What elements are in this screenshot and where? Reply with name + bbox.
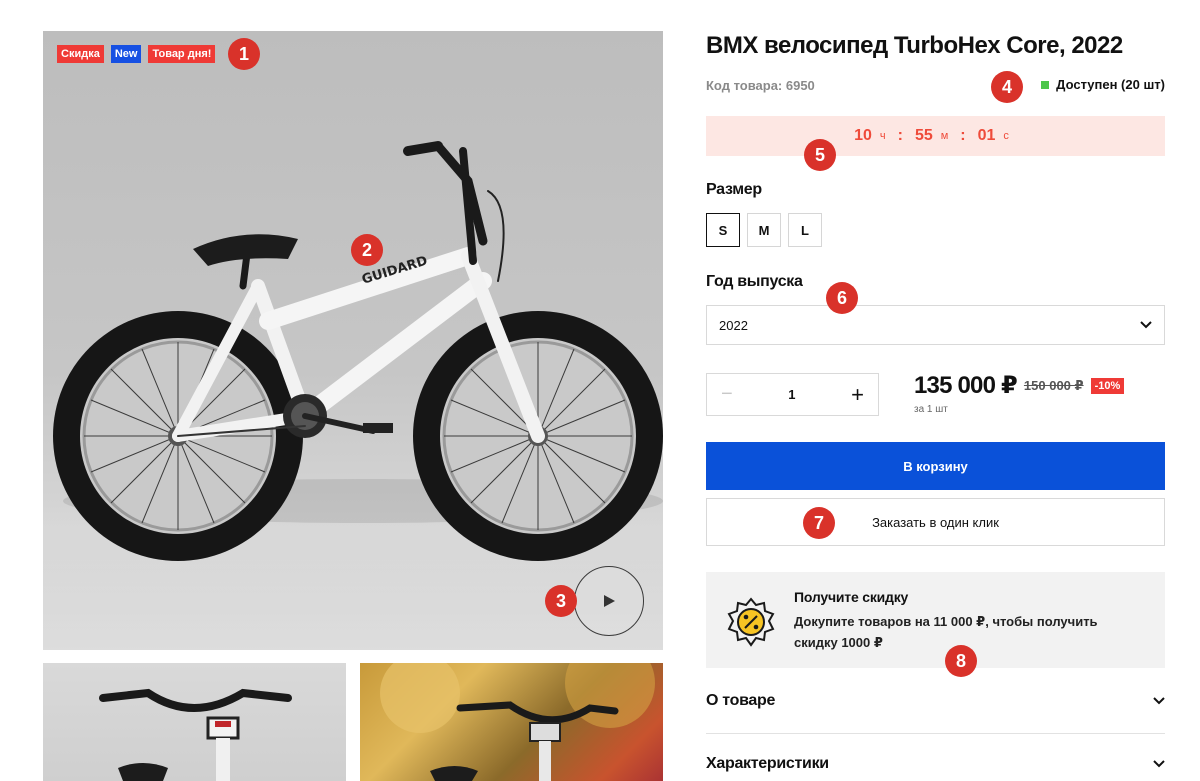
countdown-timer: 10 ч : 55 м : 01 с bbox=[706, 116, 1165, 156]
stock-label: Доступен (20 шт) bbox=[1056, 77, 1165, 92]
timer-seconds: 01 bbox=[977, 127, 996, 144]
sale-badge: Скидка bbox=[57, 45, 104, 63]
timer-separator: : bbox=[897, 127, 903, 144]
discount-percent-icon bbox=[727, 597, 775, 647]
annotation-marker-7: 7 bbox=[803, 507, 835, 539]
current-price: 135 000 ₽ bbox=[914, 372, 1018, 399]
price-per-unit: за 1 шт bbox=[914, 404, 948, 415]
quantity-stepper: − 1 + bbox=[706, 373, 879, 416]
stock-status: Доступен (20 шт) bbox=[1041, 77, 1165, 92]
chevron-down-icon bbox=[1153, 697, 1165, 705]
size-option-l[interactable]: L bbox=[788, 213, 822, 247]
bike-outdoor-thumb-image bbox=[380, 663, 655, 781]
quantity-increase-button[interactable]: + bbox=[851, 382, 864, 408]
annotation-marker-1: 1 bbox=[228, 38, 260, 70]
bike-handlebar-thumb-image bbox=[99, 688, 292, 781]
accordion-label: О товаре bbox=[706, 692, 776, 709]
timer-hours: 10 bbox=[854, 127, 872, 144]
thumbnail-1[interactable] bbox=[43, 663, 346, 781]
timer-hours-unit: ч bbox=[879, 130, 886, 142]
size-option-s[interactable]: S bbox=[706, 213, 740, 247]
old-price: 150 000 ₽ bbox=[1023, 377, 1084, 393]
product-title: BMX велосипед TurboHex Core, 2022 bbox=[706, 32, 1123, 59]
annotation-marker-4: 4 bbox=[991, 71, 1023, 103]
timer-minutes-unit: м bbox=[940, 130, 949, 142]
chevron-down-icon bbox=[1153, 760, 1165, 768]
bmx-bike-illustration: GUIDARD bbox=[53, 141, 663, 561]
accordion-divider bbox=[706, 733, 1165, 734]
annotation-marker-2: 2 bbox=[351, 234, 383, 266]
accordion-label: Характеристики bbox=[706, 755, 829, 772]
play-video-button[interactable] bbox=[574, 566, 644, 636]
annotation-marker-5: 5 bbox=[804, 139, 836, 171]
add-to-cart-button[interactable]: В корзину bbox=[706, 442, 1165, 490]
one-click-order-button[interactable]: Заказать в один клик bbox=[706, 498, 1165, 546]
year-select[interactable]: 2022 bbox=[706, 305, 1165, 345]
quantity-decrease-button[interactable]: − bbox=[721, 383, 733, 406]
discount-promo: Получите скидку Докупите товаров на 11 0… bbox=[706, 572, 1165, 668]
annotation-marker-3: 3 bbox=[545, 585, 577, 617]
thumbnail-2[interactable] bbox=[360, 663, 663, 781]
quantity-value[interactable]: 1 bbox=[788, 387, 795, 402]
in-stock-indicator-icon bbox=[1041, 80, 1050, 89]
product-badges: Скидка New Товар дня! bbox=[57, 45, 216, 63]
timer-separator: : bbox=[960, 127, 966, 144]
timer-seconds-unit: с bbox=[1003, 130, 1009, 142]
promo-title: Получите скидку bbox=[794, 589, 909, 605]
year-select-value: 2022 bbox=[719, 317, 748, 333]
year-label: Год выпуска bbox=[706, 273, 803, 290]
product-main-image[interactable]: GUIDARD Скидка New Товар дня! bbox=[43, 31, 663, 650]
chevron-down-icon bbox=[1140, 321, 1152, 329]
price-block: 135 000 ₽ 150 000 ₽ -10% bbox=[914, 371, 1125, 400]
timer-minutes: 55 bbox=[914, 127, 933, 144]
play-icon bbox=[604, 595, 615, 607]
accordion-specifications[interactable]: Характеристики bbox=[706, 744, 1165, 781]
product-sku: Код товара: 6950 bbox=[706, 78, 815, 93]
size-label: Размер bbox=[706, 181, 762, 198]
size-selector: S M L bbox=[706, 213, 822, 247]
annotation-marker-6: 6 bbox=[826, 282, 858, 314]
deal-of-day-badge: Товар дня! bbox=[148, 45, 216, 63]
accordion-about-product[interactable]: О товаре bbox=[706, 681, 1165, 721]
annotation-marker-8: 8 bbox=[945, 645, 977, 677]
new-badge: New bbox=[110, 45, 142, 63]
discount-badge: -10% bbox=[1090, 377, 1125, 394]
size-option-m[interactable]: M bbox=[747, 213, 781, 247]
